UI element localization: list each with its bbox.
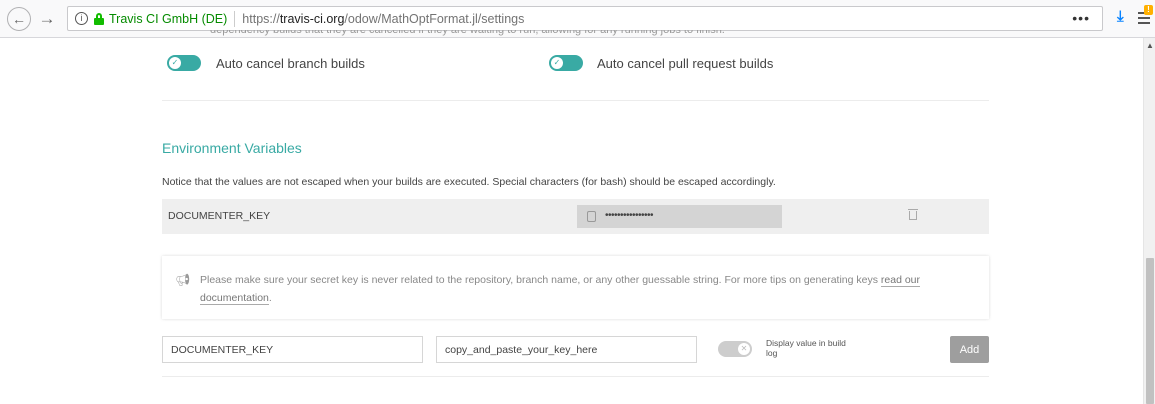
display-value-label: Display value in build log (766, 338, 846, 358)
clipped-description: dependency builds that they are cancelle… (210, 30, 725, 36)
download-icon[interactable]: ⤓ (1117, 8, 1124, 25)
env-var-row: DOCUMENTER_KEY •••••••••••••••• (162, 199, 989, 234)
auto-cancel-pr-toggle[interactable]: ✓ (549, 55, 583, 71)
env-var-value: •••••••••••••••• (577, 205, 782, 228)
url-domain: travis-ci.org (279, 11, 345, 26)
auto-cancel-branch-toggle[interactable]: ✓ (167, 55, 201, 71)
url-path: /odow/MathOptFormat.jl/settings (344, 11, 525, 26)
info-icon[interactable]: i (75, 12, 88, 25)
scroll-up-icon[interactable]: ▲ (1145, 41, 1155, 50)
tip-body: Please make sure your secret key is neve… (200, 274, 881, 286)
env-notice: Notice that the values are not escaped w… (162, 176, 776, 188)
more-icon[interactable]: ••• (1072, 10, 1090, 26)
megaphone-icon: 📢︎ (175, 273, 191, 287)
auto-cancel-branch-label: Auto cancel branch builds (216, 56, 365, 71)
notification-badge: ! (1144, 5, 1153, 15)
library-icon[interactable]: ! (1138, 5, 1153, 27)
back-icon: ← (12, 11, 26, 27)
scroll-thumb[interactable] (1146, 258, 1154, 404)
page-scrollbar[interactable]: ▲ (1143, 38, 1155, 404)
tip-end: . (268, 292, 272, 304)
lock-icon[interactable] (94, 12, 104, 25)
site-identity[interactable]: Travis CI GmbH (DE) (109, 12, 227, 26)
display-value-toggle[interactable]: ✕ (718, 341, 752, 357)
url-text[interactable]: https://travis-ci.org/odow/MathOptFormat… (242, 12, 524, 26)
env-var-name: DOCUMENTER_KEY (168, 210, 271, 222)
url-prefix: https:// (242, 11, 280, 26)
url-separator (234, 10, 236, 27)
forward-button[interactable]: → (36, 8, 58, 30)
add-button[interactable]: Add (950, 336, 989, 363)
divider (162, 376, 989, 377)
trash-icon[interactable] (908, 208, 918, 220)
forward-icon: → (38, 9, 56, 28)
masked-value: •••••••••••••••• (605, 210, 654, 221)
auto-cancel-pr-label: Auto cancel pull request builds (597, 56, 774, 71)
back-button[interactable]: ← (7, 7, 31, 31)
x-icon: ✕ (738, 343, 750, 355)
security-tip: 📢︎ Please make sure your secret key is n… (162, 256, 989, 319)
divider (162, 100, 989, 101)
check-icon: ✓ (551, 57, 563, 69)
check-icon: ✓ (169, 57, 181, 69)
address-bar[interactable]: i Travis CI GmbH (DE) https://travis-ci.… (67, 6, 1103, 31)
lock-icon (587, 211, 596, 222)
env-value-input[interactable] (436, 336, 697, 363)
tip-text: Please make sure your secret key is neve… (200, 271, 970, 307)
section-title: Environment Variables (162, 140, 302, 156)
env-name-input[interactable] (162, 336, 423, 363)
